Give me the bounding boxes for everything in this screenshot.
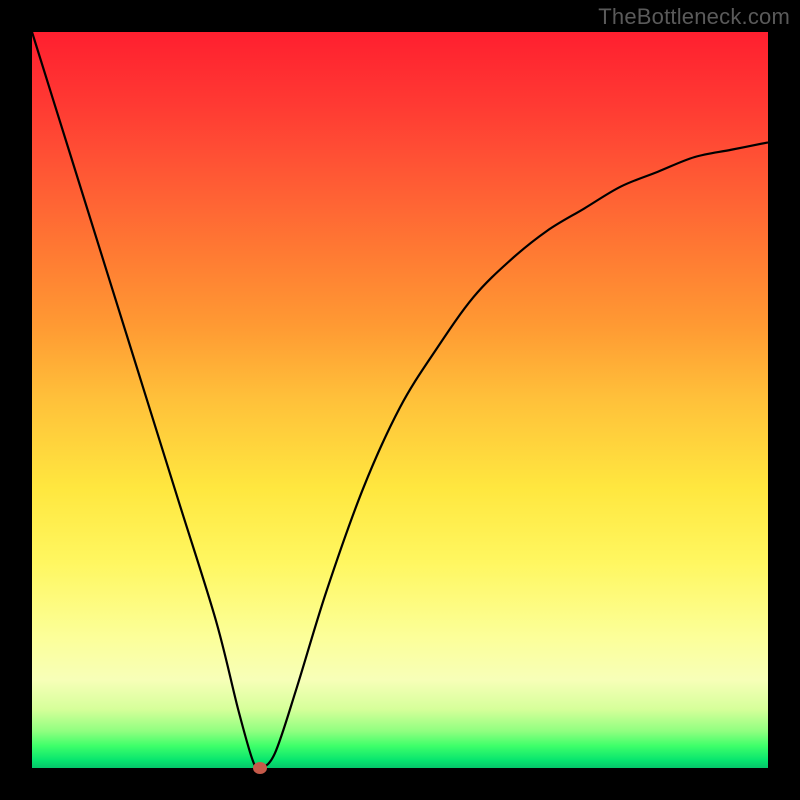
watermark-text: TheBottleneck.com bbox=[598, 4, 790, 30]
optimal-point-marker bbox=[253, 762, 267, 774]
plot-area bbox=[32, 32, 768, 768]
chart-frame: TheBottleneck.com bbox=[0, 0, 800, 800]
bottleneck-curve bbox=[32, 32, 768, 768]
curve-path bbox=[32, 32, 768, 769]
